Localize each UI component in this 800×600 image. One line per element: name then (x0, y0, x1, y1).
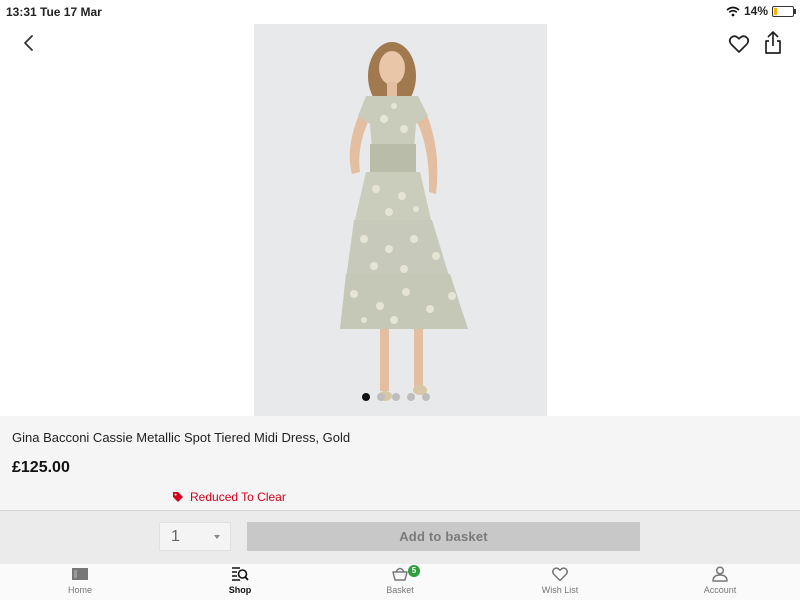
pagination-dot[interactable] (407, 393, 415, 401)
pagination-dot[interactable] (392, 393, 400, 401)
heart-icon (728, 35, 750, 53)
tab-home[interactable]: Home (0, 564, 160, 600)
heart-icon (552, 567, 568, 582)
tab-bar: Home Shop 5 Basket Wish List Account (0, 564, 800, 600)
dropdown-caret-icon (214, 535, 220, 539)
image-pagination (362, 393, 430, 401)
promo-label: Reduced To Clear (172, 490, 286, 504)
dress-photo (254, 24, 547, 416)
quantity-value: 1 (171, 528, 180, 545)
tab-wishlist-label: Wish List (541, 585, 579, 595)
wifi-icon (726, 6, 740, 16)
basket-count-badge: 5 (408, 565, 420, 577)
status-right: 14% (726, 4, 796, 18)
battery-percent: 14% (743, 4, 768, 18)
basket-icon (392, 567, 408, 581)
share-button[interactable] (761, 30, 785, 56)
tab-basket[interactable]: 5 Basket (320, 564, 480, 600)
status-date: Tue 17 Mar (40, 5, 102, 19)
product-title: Gina Bacconi Cassie Metallic Spot Tiered… (12, 430, 351, 445)
status-time: 13:31 (6, 5, 37, 19)
pagination-dot[interactable] (422, 393, 430, 401)
tab-basket-label: Basket (386, 585, 414, 595)
share-icon (765, 31, 781, 54)
tab-shop-label: Shop (228, 585, 252, 595)
tab-home-label: Home (67, 585, 92, 595)
purchase-bar: 1 Add to basket (0, 510, 800, 565)
shop-search-icon (232, 567, 249, 581)
pagination-dot[interactable] (377, 393, 385, 401)
product-price: £125.00 (12, 459, 70, 476)
home-icon (72, 568, 88, 580)
tab-wishlist[interactable]: Wish List (480, 564, 640, 600)
pagination-dot[interactable] (362, 393, 370, 401)
chevron-left-icon (24, 35, 33, 51)
battery-fill (774, 7, 777, 15)
tab-shop[interactable]: Shop (160, 564, 320, 600)
person-icon (712, 566, 728, 582)
status-bar: 13:31 Tue 17 Mar 14% (0, 0, 800, 24)
price-tag-icon (173, 492, 183, 502)
add-to-basket-button[interactable]: Add to basket (247, 522, 640, 551)
product-gallery (0, 24, 800, 416)
battery-icon (772, 5, 796, 17)
tab-account[interactable]: Account (640, 564, 800, 600)
tab-account-label: Account (703, 585, 737, 595)
quantity-select[interactable]: 1 (159, 522, 231, 551)
product-image[interactable] (254, 24, 547, 416)
promo-text: Reduced To Clear (190, 490, 286, 504)
product-details: Gina Bacconi Cassie Metallic Spot Tiered… (0, 416, 800, 510)
back-button[interactable] (18, 32, 42, 56)
wishlist-button[interactable] (727, 32, 751, 56)
